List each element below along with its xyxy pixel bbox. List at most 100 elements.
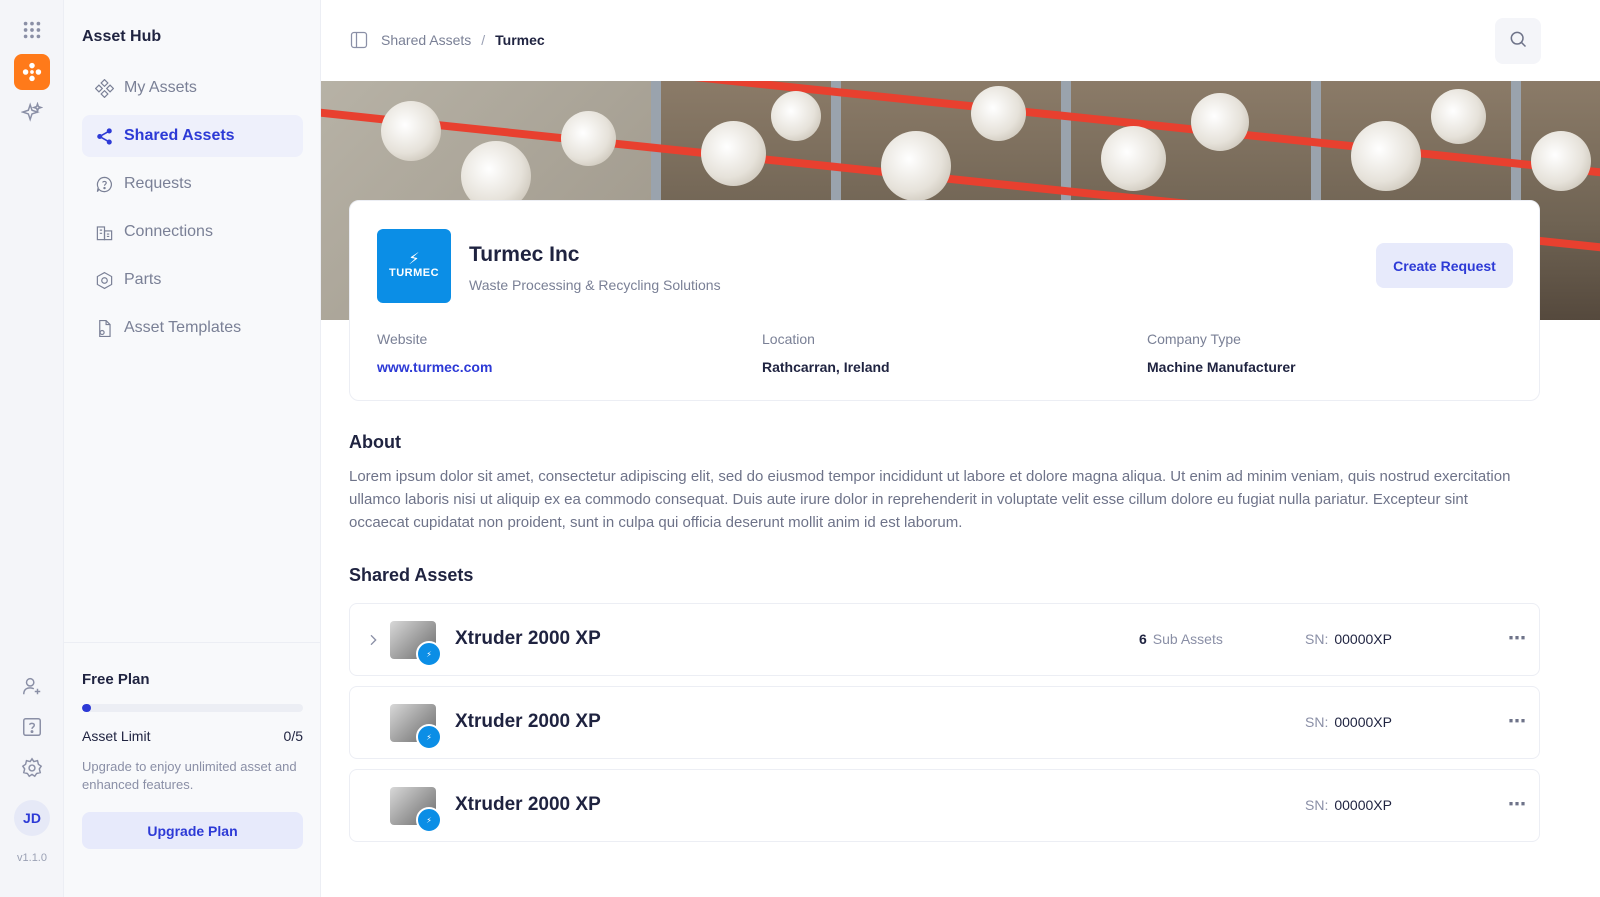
company-card: ⚡ TURMEC Turmec Inc Waste Processing & R… xyxy=(349,200,1540,401)
asset-limit-progress xyxy=(82,704,303,712)
more-options-icon[interactable]: ⋯ xyxy=(1505,792,1529,816)
asset-limit-label: Asset Limit xyxy=(82,728,151,744)
company-type-field: Company Type Machine Manufacturer xyxy=(1147,331,1296,375)
asset-name[interactable]: Xtruder 2000 XP xyxy=(455,794,601,816)
asset-thumbnail: ⚡ xyxy=(390,621,442,667)
company-logo: ⚡ TURMEC xyxy=(377,229,451,303)
sidebar-item-label: My Assets xyxy=(124,79,197,96)
sidebar-item-connections[interactable]: Connections xyxy=(82,211,303,253)
plan-panel: Free Plan Asset Limit 0/5 Upgrade to enj… xyxy=(64,642,321,849)
sidebar-item-parts[interactable]: Parts xyxy=(82,259,303,301)
serial-number-value: 00000XP xyxy=(1334,714,1392,730)
app-version: v1.1.0 xyxy=(17,852,47,864)
asset-row[interactable]: ⚡ Xtruder 2000 XP SN: 00000XP ⋯ xyxy=(349,686,1540,759)
sidebar-item-label: Connections xyxy=(124,223,213,240)
apps-grid-icon[interactable] xyxy=(14,12,50,48)
website-link[interactable]: www.turmec.com xyxy=(377,359,492,375)
settings-gear-icon[interactable] xyxy=(14,750,50,786)
shared-assets-heading: Shared Assets xyxy=(349,565,474,585)
about-heading: About xyxy=(349,432,401,452)
sidebar: Asset Hub My Assets Shared Assets Reques… xyxy=(64,0,321,897)
serial-number-label: SN: xyxy=(1305,797,1329,813)
serial-number-label: SN: xyxy=(1305,714,1329,730)
asset-name[interactable]: Xtruder 2000 XP xyxy=(455,711,601,733)
banner-roll xyxy=(701,121,766,186)
sidebar-item-label: Parts xyxy=(124,271,162,288)
breadcrumb: Shared Assets / Turmec xyxy=(349,30,545,50)
breadcrumb-separator: / xyxy=(481,32,486,48)
sidebar-toggle-icon[interactable] xyxy=(349,30,369,50)
create-request-button[interactable]: Create Request xyxy=(1376,243,1513,288)
building-icon xyxy=(94,222,114,242)
banner-roll xyxy=(381,101,441,161)
search-button[interactable] xyxy=(1495,18,1541,64)
company-badge-icon: ⚡ xyxy=(416,807,442,833)
location-value: Rathcarran, Ireland xyxy=(762,359,890,375)
breadcrumb-parent-link[interactable]: Shared Assets xyxy=(381,32,471,48)
banner-roll xyxy=(771,91,821,141)
location-label: Location xyxy=(762,331,815,347)
sub-assets-label: Sub Assets xyxy=(1152,631,1223,647)
document-icon xyxy=(94,318,114,338)
sparkles-icon[interactable] xyxy=(14,95,50,131)
banner-roll xyxy=(1191,93,1249,151)
asset-hub-app-icon[interactable] xyxy=(14,54,50,90)
sidebar-item-label: Asset Templates xyxy=(124,319,242,336)
website-field: Website www.turmec.com xyxy=(377,331,492,375)
company-badge-icon: ⚡ xyxy=(416,724,442,750)
sidebar-item-shared-assets[interactable]: Shared Assets xyxy=(82,115,303,157)
asset-limit-value: 0/5 xyxy=(283,728,303,744)
company-name: Turmec Inc xyxy=(469,243,580,266)
serial-number-label: SN: xyxy=(1305,631,1329,647)
asset-limit-progress-fill xyxy=(82,704,91,712)
sidebar-item-my-assets[interactable]: My Assets xyxy=(82,67,303,109)
diamond-grid-icon xyxy=(94,78,114,98)
asset-limit-row: Asset Limit 0/5 xyxy=(82,728,303,744)
asset-thumbnail: ⚡ xyxy=(390,787,442,833)
sidebar-item-asset-templates[interactable]: Asset Templates xyxy=(82,307,303,349)
company-subtitle: Waste Processing & Recycling Solutions xyxy=(469,277,721,293)
user-add-icon[interactable] xyxy=(14,668,50,704)
icon-rail: JD v1.1.0 xyxy=(0,0,64,897)
banner-roll xyxy=(881,131,951,201)
sidebar-item-requests[interactable]: Requests xyxy=(82,163,303,205)
serial-number: SN: 00000XP xyxy=(1305,797,1392,813)
banner-roll xyxy=(561,111,616,166)
gear-hex-icon xyxy=(94,270,114,290)
help-icon[interactable] xyxy=(14,709,50,745)
sidebar-nav: My Assets Shared Assets Requests Connect… xyxy=(82,67,303,355)
top-bar: Shared Assets / Turmec xyxy=(321,0,1600,81)
banner-roll xyxy=(971,86,1026,141)
avatar[interactable]: JD xyxy=(14,800,50,836)
company-type-label: Company Type xyxy=(1147,331,1241,347)
search-icon xyxy=(1508,29,1528,54)
asset-thumbnail: ⚡ xyxy=(390,704,442,750)
more-options-icon[interactable]: ⋯ xyxy=(1505,626,1529,650)
company-type-value: Machine Manufacturer xyxy=(1147,359,1296,375)
more-options-icon[interactable]: ⋯ xyxy=(1505,709,1529,733)
website-label: Website xyxy=(377,331,428,347)
sidebar-item-label: Requests xyxy=(124,175,192,192)
sidebar-item-label: Shared Assets xyxy=(124,127,235,144)
question-bubble-icon xyxy=(94,174,114,194)
location-field: Location Rathcarran, Ireland xyxy=(762,331,890,375)
serial-number-value: 00000XP xyxy=(1334,797,1392,813)
sub-assets-number: 6 xyxy=(1139,631,1147,647)
banner-roll xyxy=(1531,131,1591,191)
share-icon xyxy=(94,126,114,146)
plan-title: Free Plan xyxy=(82,671,150,688)
company-logo-text: TURMEC xyxy=(388,267,440,279)
turmec-mark-icon: ⚡ xyxy=(408,251,420,268)
banner-roll xyxy=(1101,126,1166,191)
banner-roll xyxy=(1351,121,1421,191)
plan-description: Upgrade to enjoy unlimited asset and enh… xyxy=(82,759,297,792)
serial-number: SN: 00000XP xyxy=(1305,714,1392,730)
chevron-right-icon[interactable] xyxy=(364,630,382,650)
asset-row[interactable]: ⚡ Xtruder 2000 XP SN: 00000XP ⋯ xyxy=(349,769,1540,842)
upgrade-plan-button[interactable]: Upgrade Plan xyxy=(82,812,303,849)
sidebar-title: Asset Hub xyxy=(82,28,162,45)
company-badge-icon: ⚡ xyxy=(416,641,442,667)
asset-row[interactable]: ⚡ Xtruder 2000 XP 6 Sub Assets SN: 00000XP… xyxy=(349,603,1540,676)
asset-name[interactable]: Xtruder 2000 XP xyxy=(455,628,601,650)
serial-number: SN: 00000XP xyxy=(1305,631,1392,647)
